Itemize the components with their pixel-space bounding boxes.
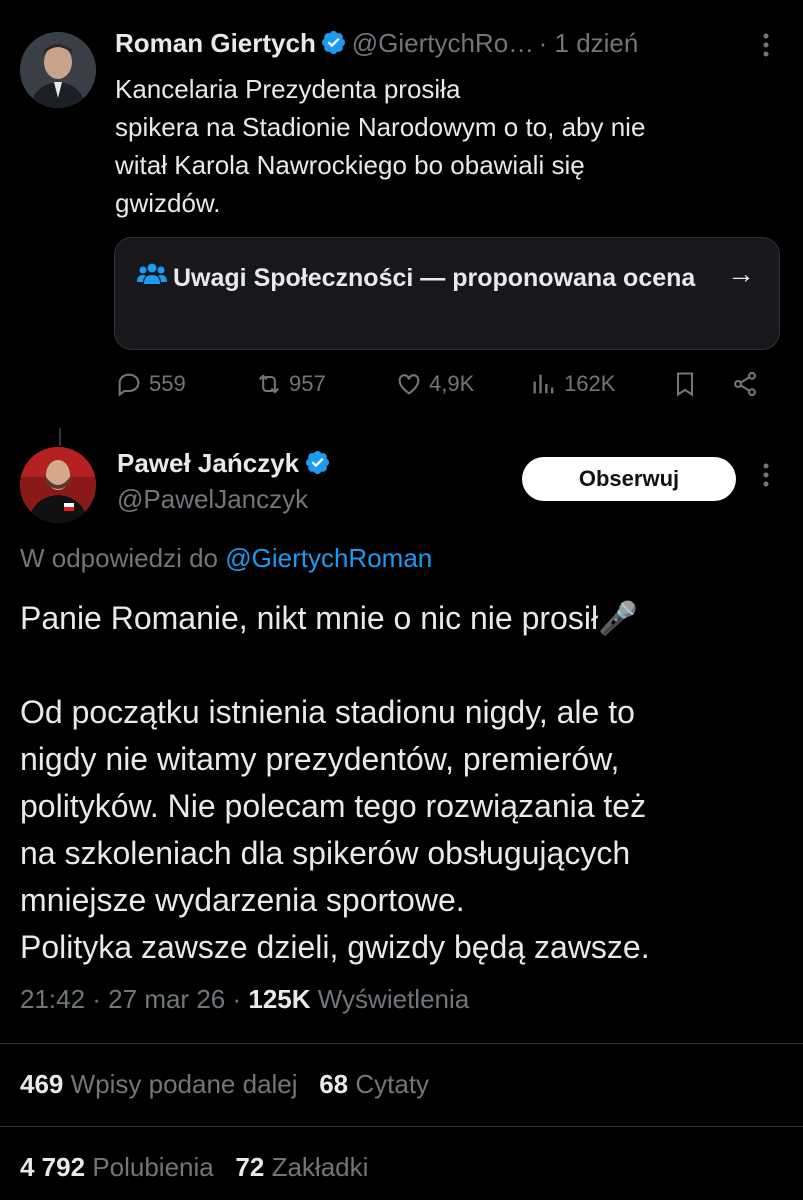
reply-count: 559 [149,371,186,396]
avatar-pawel-janczyk[interactable] [20,447,96,523]
tweet-text-line: na szkoleniach dla spikerów obsługującyc… [20,835,631,871]
views-count: 125K [248,984,311,1014]
tweet-text-line: witał Karola Nawrockiego bo obawiali się [115,150,585,180]
like-count: 4,9K [429,371,475,396]
retweet-count: 957 [289,371,326,396]
bookmark-button[interactable] [671,370,705,398]
views-count: 162K [564,371,616,396]
tweet-text-line: spikera na Stadionie Narodowym o to, aby… [115,112,646,142]
heart-icon [398,374,420,395]
retweet-icon [258,374,280,394]
share-icon [734,371,756,397]
thread-connector-line [59,428,61,446]
more-options-icon[interactable] [755,460,777,495]
verified-badge-icon [305,450,329,475]
reply-button[interactable]: 559 [115,370,186,398]
like-button[interactable]: 4,9K [395,370,474,398]
share-button[interactable] [731,370,765,398]
tweet-meta: 21:42 · 27 mar 26 · 125K Wyświetlenia [20,984,469,1015]
author-name[interactable]: Roman Giertych [115,28,316,58]
author-handle[interactable]: @PawelJanczyk [117,484,308,515]
tweet-text-line: mniejsze wydarzenia sportowe. [20,882,465,918]
bar-chart-icon [533,374,554,394]
community-note-label: Uwagi Społeczności — proponowana ocena [173,264,696,292]
follow-button[interactable]: Obserwuj [522,457,736,501]
tweet-text-line: Od początku istnienia stadionu nigdy, al… [20,694,635,730]
stats-row-1: 469 Wpisy podane dalej 68 Cytaty [20,1069,429,1100]
bookmarks-stat[interactable]: 72 Zakładki [235,1152,368,1182]
author-handle[interactable]: @GiertychRo… [352,28,534,58]
tweet-text-line: gwizdów. [115,188,221,218]
views-label: Wyświetlenia [317,984,470,1014]
tweet-paragraph: Panie Romanie, nikt mnie o nic nie prosi… [20,600,638,636]
tweet2-text: Panie Romanie, nikt mnie o nic nie prosi… [20,595,790,971]
author-name[interactable]: Paweł Jańczyk [117,448,299,478]
bookmark-icon [676,372,694,397]
more-options-icon[interactable] [755,30,777,65]
views-button[interactable]: 162K [530,370,615,398]
divider [0,1126,803,1127]
divider [0,1043,803,1044]
retweets-stat[interactable]: 469 Wpisy podane dalej [20,1069,298,1099]
people-icon [137,263,167,284]
retweet-button[interactable]: 957 [255,370,326,398]
community-note-card[interactable]: Uwagi Społeczności — proponowana ocena → [114,237,780,350]
tweet-text-line: polityków. Nie polecam tego rozwiązania … [20,788,647,824]
tweet2-author-row: Paweł Jańczyk [117,448,331,479]
reply-icon [118,373,140,397]
tweet-text-line: nigdy nie witamy prezydentów, premierów, [20,741,620,777]
tweet-text-line: Kancelaria Prezydenta prosiła [115,74,461,104]
replying-prefix: W odpowiedzi do [20,543,218,573]
tweet-timestamp[interactable]: 21:42 · 27 mar 26 · [20,984,241,1014]
replying-to-mention[interactable]: @GiertychRoman [225,543,432,573]
likes-stat[interactable]: 4 792 Polubienia [20,1152,214,1182]
tweet-time[interactable]: · 1 dzień [539,28,639,58]
replying-to-row: W odpowiedzi do @GiertychRoman [20,543,432,574]
quotes-stat[interactable]: 68 Cytaty [319,1069,429,1099]
stats-row-2: 4 792 Polubienia 72 Zakładki [20,1152,368,1183]
tweet1-actions: 559 957 4,9K 162K [115,370,775,410]
tweet-text-line: Polityka zawsze dzieli, gwizdy będą zaws… [20,929,650,965]
tweet1-text: Kancelaria Prezydenta prosiła spikera na… [115,70,775,222]
arrow-right-icon: → [727,258,755,289]
avatar-roman-giertych[interactable] [20,32,96,108]
tweet1-header: Roman Giertych @GiertychRo… · 1 dzień [115,28,638,59]
verified-badge-icon [322,30,346,55]
